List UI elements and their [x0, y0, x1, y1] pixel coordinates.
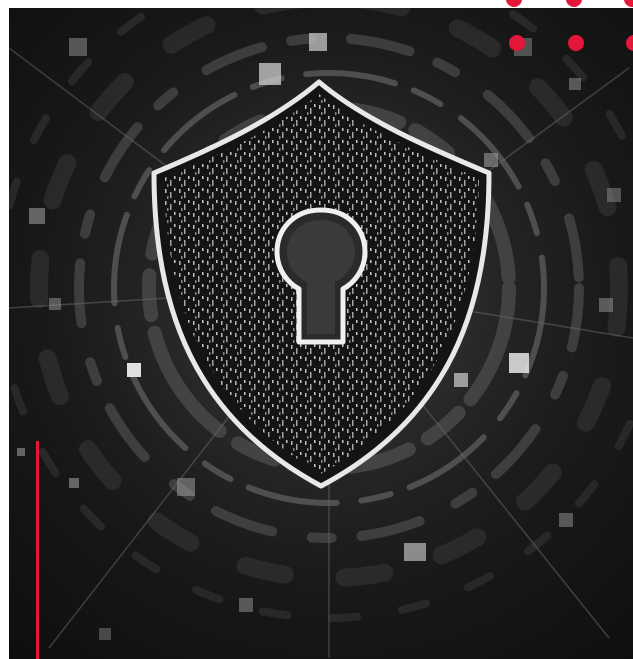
accent-dot	[506, 0, 522, 7]
accent-dot	[509, 35, 525, 51]
accent-line	[36, 441, 39, 659]
security-photo-graphic	[9, 8, 633, 659]
security-photo	[9, 8, 633, 659]
accent-dot	[624, 0, 633, 7]
accent-dot	[566, 0, 582, 7]
accent-dot	[568, 35, 584, 51]
hero-image-frame	[0, 0, 633, 659]
